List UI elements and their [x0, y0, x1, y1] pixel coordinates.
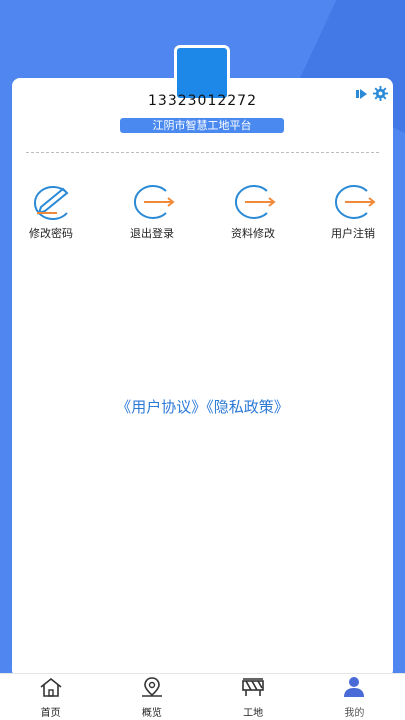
action-label: 用户注销 [331, 227, 375, 240]
profile-card [12, 78, 393, 678]
cancel-account-button[interactable]: 用户注销 [318, 183, 388, 241]
user-agreement-link[interactable]: 《用户协议》 [116, 398, 206, 416]
tab-label: 工地 [243, 707, 264, 719]
user-icon [341, 676, 367, 702]
play-icon[interactable] [355, 87, 369, 101]
gear-icon[interactable] [373, 86, 388, 101]
logout-arrow-icon [128, 183, 176, 221]
action-row: 修改密码 退出登录 资料修改 用户注销 [0, 183, 405, 243]
cancel-account-icon [329, 183, 377, 221]
tab-label: 我的 [344, 707, 365, 719]
header-icons [355, 86, 388, 101]
tab-label: 概览 [141, 707, 162, 719]
agreement-links: 《用户协议》《隐私政策》 [0, 396, 405, 417]
action-label: 资料修改 [231, 227, 275, 240]
tab-overview[interactable]: 概览 [101, 674, 202, 720]
logout-button[interactable]: 退出登录 [117, 183, 187, 241]
platform-badge: 江阴市智慧工地平台 [120, 118, 284, 133]
action-label: 退出登录 [130, 227, 174, 240]
profile-edit-icon [229, 183, 277, 221]
bottom-tab-bar: 首页 概览 工地 我的 [0, 673, 405, 720]
tab-mine[interactable]: 我的 [304, 674, 405, 720]
location-pin-icon [139, 676, 165, 702]
construction-barrier-icon [240, 676, 266, 702]
dashed-divider [26, 152, 379, 153]
action-label: 修改密码 [29, 227, 73, 240]
edit-profile-button[interactable]: 资料修改 [218, 183, 288, 241]
tab-site[interactable]: 工地 [203, 674, 304, 720]
edit-pen-icon [27, 183, 75, 221]
phone-number: 13323012272 [148, 93, 257, 109]
home-icon [38, 676, 64, 702]
change-password-button[interactable]: 修改密码 [16, 183, 86, 241]
tab-home[interactable]: 首页 [0, 674, 101, 720]
tab-label: 首页 [40, 707, 61, 719]
privacy-policy-link[interactable]: 《隐私政策》 [206, 398, 289, 416]
